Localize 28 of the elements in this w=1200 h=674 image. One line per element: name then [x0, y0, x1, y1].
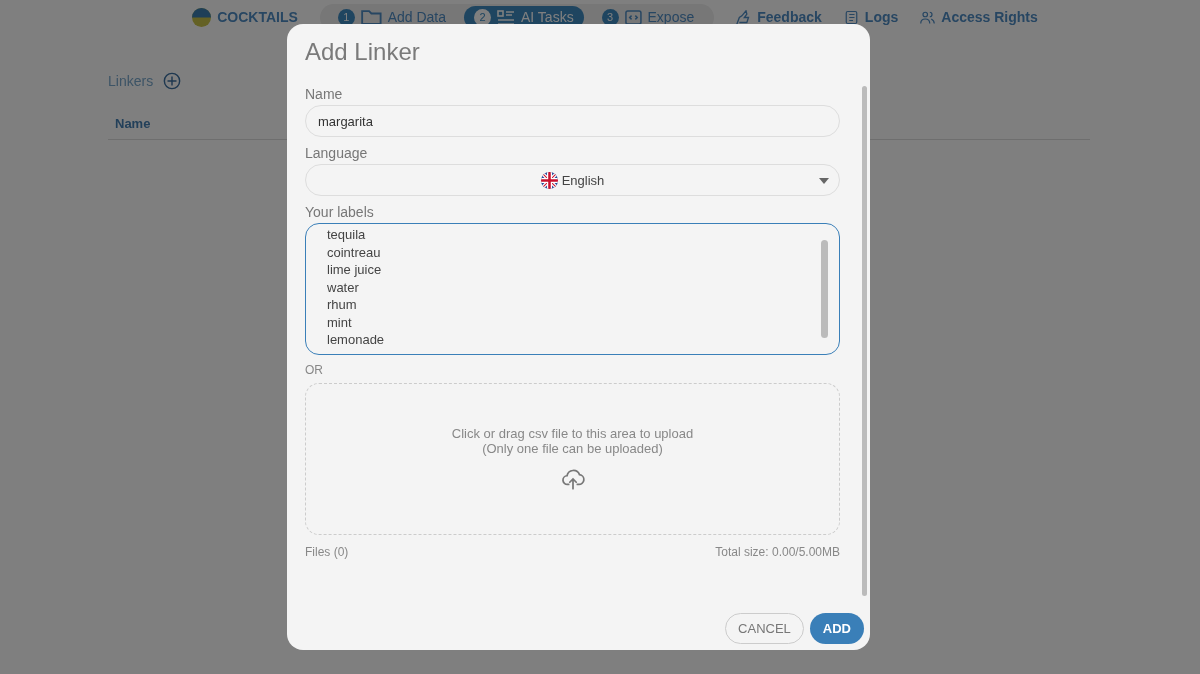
nav-link[interactable]: Access Rights	[941, 9, 1038, 25]
nav-link[interactable]: Feedback	[757, 9, 822, 25]
folder-icon	[360, 9, 382, 25]
separator-text: OR	[305, 363, 324, 377]
upload-area[interactable]: Click or drag csv file to this area to upload (Only one file can be uploaded)	[305, 383, 840, 535]
name-field[interactable]: margarita	[305, 105, 840, 137]
project-name[interactable]: COCKTAILS	[217, 9, 298, 25]
code-icon	[624, 9, 642, 25]
add-icon[interactable]	[163, 72, 182, 90]
dialog-title: Add Linker	[305, 38, 421, 66]
field-label: Your labels	[305, 204, 375, 220]
add-button[interactable]: ADD	[809, 613, 864, 644]
document-icon	[843, 9, 859, 25]
hand-icon	[736, 9, 752, 25]
total-size: Total size: 0.00/5.00MB	[715, 545, 840, 559]
files-count: Files (0)	[305, 545, 349, 559]
users-icon	[920, 9, 936, 25]
flag-icon	[540, 171, 558, 189]
labels-field[interactable]: tequila cointreau lime juice water rhum mint lemonade	[305, 223, 840, 355]
field-label: Name	[305, 86, 344, 102]
cancel-button[interactable]: CANCEL	[725, 613, 804, 644]
scrollbar-thumb[interactable]	[862, 86, 867, 596]
caret-icon	[819, 178, 829, 184]
field-label: Language	[305, 145, 369, 161]
nav-link[interactable]: Logs	[864, 9, 899, 25]
section-title: Linkers	[108, 73, 154, 89]
logo-icon	[192, 7, 212, 27]
scrollbar-thumb[interactable]	[821, 240, 828, 338]
